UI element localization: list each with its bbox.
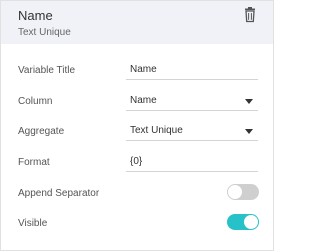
panel-title: Name <box>18 8 53 23</box>
variable-settings-panel: Name Text Unique Variable Title Name Col… <box>0 0 274 251</box>
column-value: Name <box>130 95 157 106</box>
chevron-down-icon <box>245 99 253 104</box>
column-label: Column <box>18 96 53 107</box>
aggregate-label: Aggregate <box>18 126 65 137</box>
trash-icon[interactable] <box>243 7 257 23</box>
visible-label: Visible <box>18 218 48 229</box>
aggregate-select[interactable]: Text Unique <box>126 123 258 141</box>
variable-title-input[interactable]: Name <box>126 62 258 80</box>
format-label: Format <box>18 157 50 168</box>
panel-header: Name Text Unique <box>1 1 273 44</box>
variable-title-label: Variable Title <box>18 65 76 76</box>
format-input[interactable]: {0} <box>126 154 258 172</box>
aggregate-value: Text Unique <box>130 125 183 136</box>
append-separator-toggle[interactable] <box>227 184 259 200</box>
column-select[interactable]: Name <box>126 93 258 111</box>
append-separator-label: Append Separator <box>18 188 100 199</box>
toggle-knob <box>244 215 258 229</box>
format-value: {0} <box>130 156 143 167</box>
variable-title-value: Name <box>130 64 157 75</box>
panel-subtitle: Text Unique <box>18 27 71 38</box>
chevron-down-icon <box>245 129 253 134</box>
toggle-knob <box>228 185 242 199</box>
visible-toggle[interactable] <box>227 214 259 230</box>
